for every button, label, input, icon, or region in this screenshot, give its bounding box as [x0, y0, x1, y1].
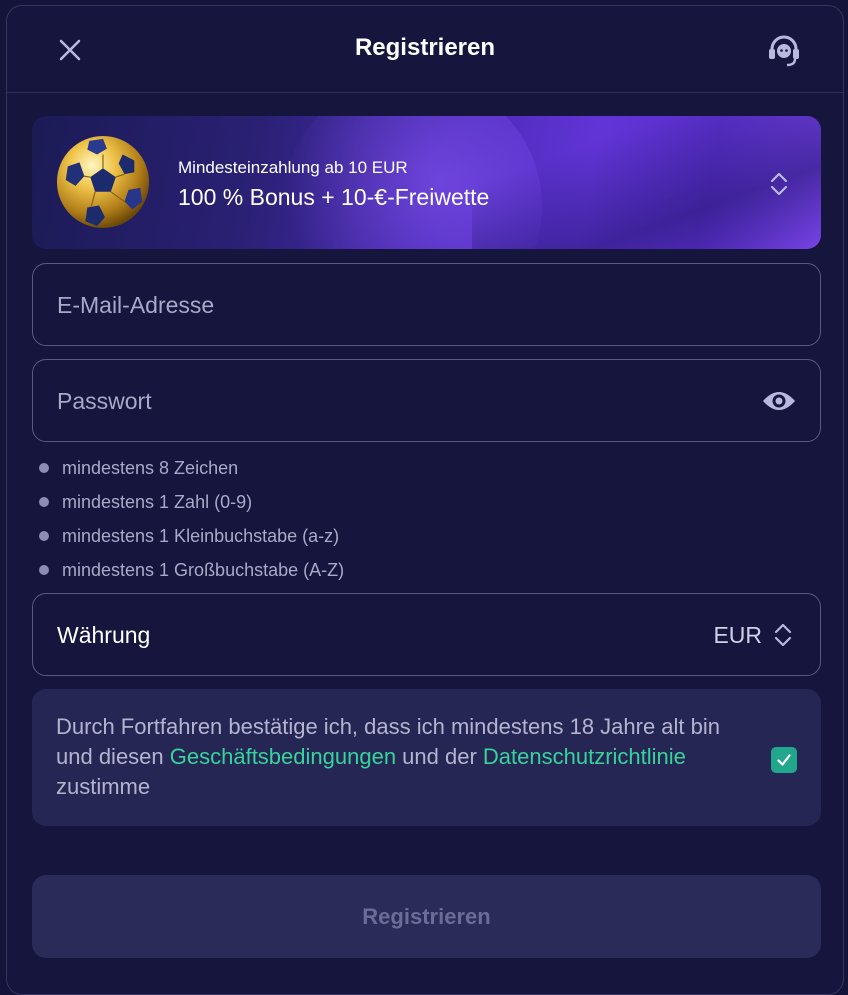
terms-checkbox[interactable]: [771, 747, 797, 773]
banner-bonus-title: 100 % Bonus + 10-€-Freiwette: [178, 184, 490, 210]
page-title: Registrieren: [354, 34, 496, 61]
privacy-link[interactable]: Datenschutzrichtlinie: [483, 744, 686, 769]
terms-text-part: zustimme: [56, 774, 151, 799]
terms-consent-box: Durch Fortfahren bestätige ich, dass ich…: [32, 689, 821, 826]
terms-text: Durch Fortfahren bestätige ich, dass ich…: [56, 712, 756, 802]
bullet: [39, 531, 49, 541]
password-rule: mindestens 1 Großbuchstabe (A-Z): [37, 560, 344, 594]
email-field[interactable]: E-Mail-Adresse: [32, 263, 821, 346]
headset-icon: [769, 35, 799, 67]
eye-icon[interactable]: [761, 386, 797, 416]
bonus-banner[interactable]: Mindesteinzahlung ab 10 EUR 100 % Bonus …: [32, 116, 821, 249]
password-rule-text: mindestens 8 Zeichen: [62, 458, 239, 478]
password-field[interactable]: Passwort: [32, 359, 821, 442]
password-rule-text: mindestens 1 Zahl (0-9): [62, 492, 253, 512]
password-rule: mindestens 1 Kleinbuchstabe (a-z): [37, 526, 344, 560]
register-button[interactable]: Registrieren: [32, 875, 821, 958]
password-placeholder: Passwort: [57, 388, 152, 414]
modal-header: Registrieren: [7, 6, 843, 93]
chevron-updown-icon: [774, 623, 792, 647]
password-rule: mindestens 1 Zahl (0-9): [37, 492, 344, 526]
currency-label: Währung: [57, 622, 151, 648]
currency-select[interactable]: Währung EUR: [32, 593, 821, 676]
registration-modal: Registrieren Mindesteinzahlung ab 10 EUR…: [6, 5, 844, 995]
password-rule: mindestens 8 Zeichen: [37, 458, 344, 492]
bullet: [39, 463, 49, 473]
terms-link[interactable]: Geschäftsbedingungen: [170, 744, 396, 769]
currency-value: EUR: [713, 622, 762, 648]
email-placeholder: E-Mail-Adresse: [57, 292, 215, 318]
checkmark-icon: [777, 754, 791, 766]
bullet: [39, 565, 49, 575]
chevron-updown-icon: [770, 172, 788, 196]
terms-text-part: und der: [396, 744, 483, 769]
password-rule-text: mindestens 1 Kleinbuchstabe (a-z): [62, 526, 340, 546]
password-rule-text: mindestens 1 Großbuchstabe (A-Z): [62, 560, 345, 580]
banner-min-deposit: Mindesteinzahlung ab 10 EUR: [178, 158, 408, 177]
bullet: [39, 497, 49, 507]
football-icon: [56, 135, 150, 229]
support-button[interactable]: [765, 32, 803, 70]
password-rules: mindestens 8 Zeichen mindestens 1 Zahl (…: [37, 458, 344, 594]
